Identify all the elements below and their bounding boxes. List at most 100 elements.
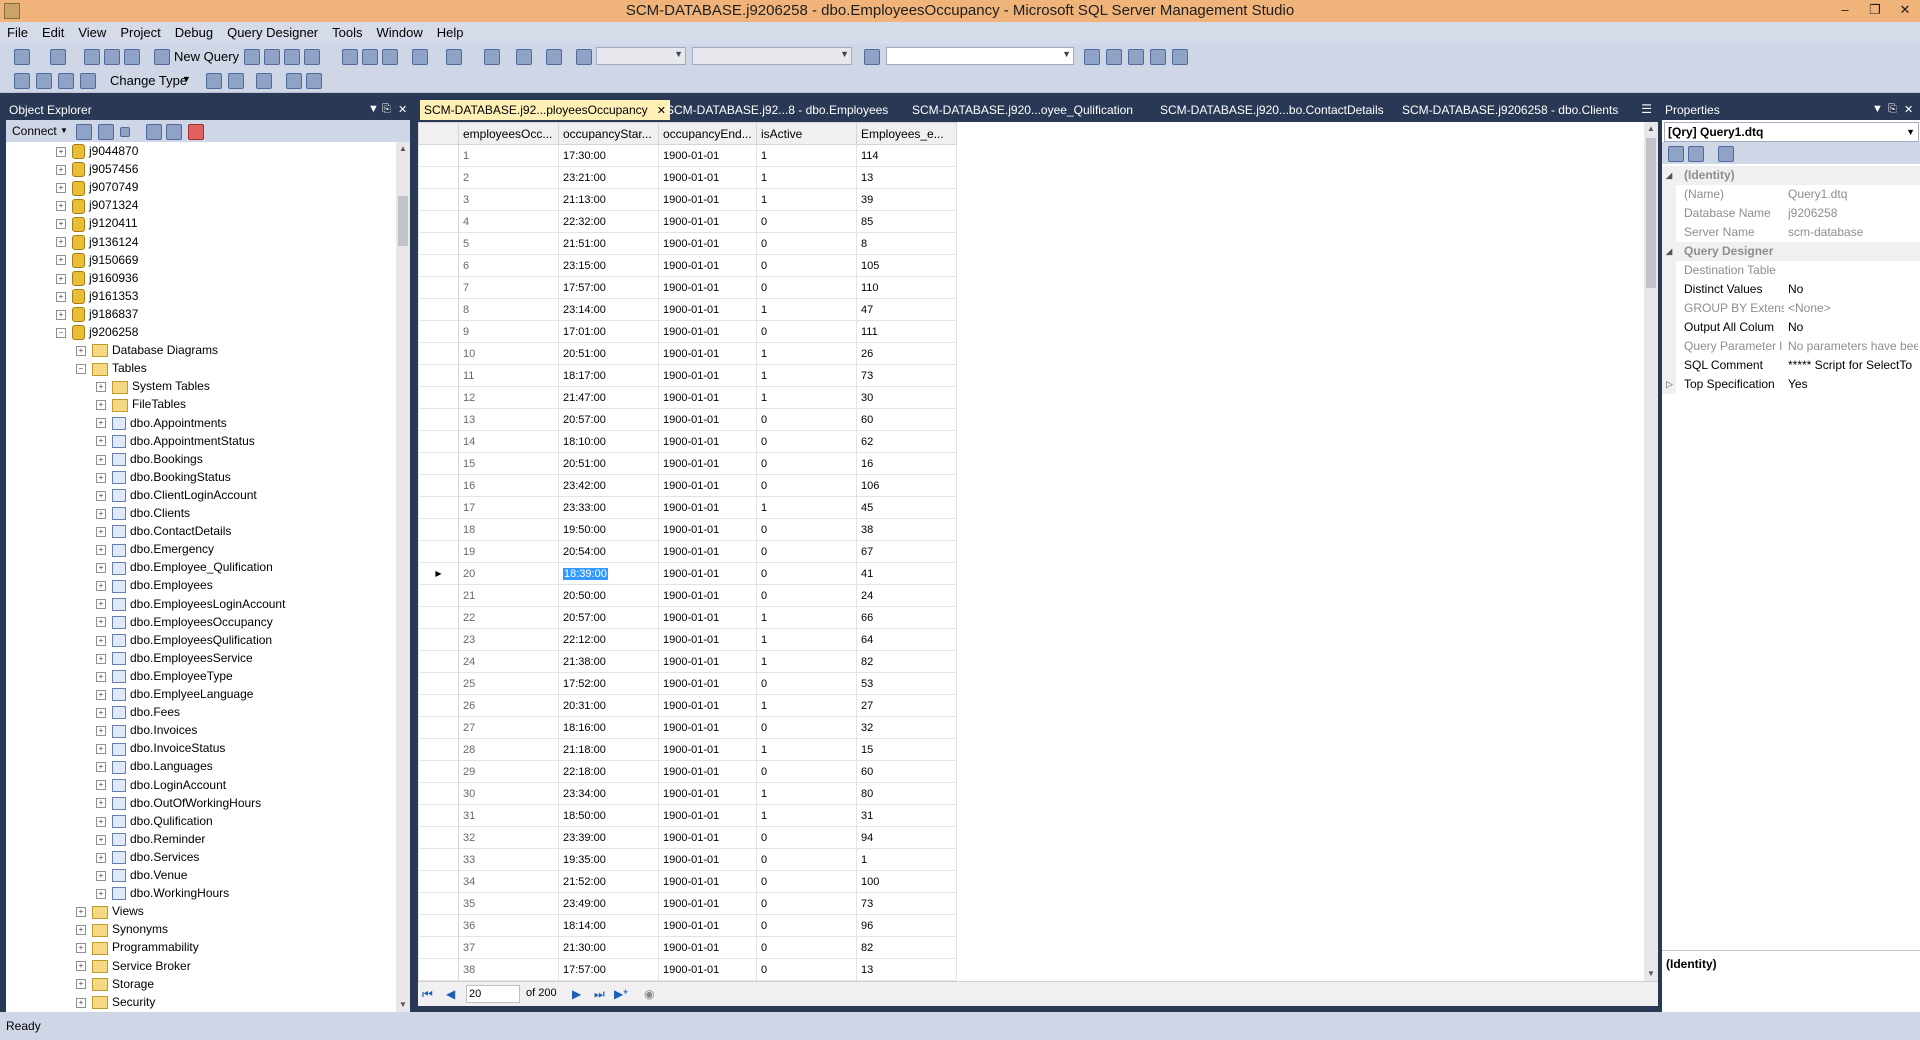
grid-cell[interactable]: 114 bbox=[856, 144, 957, 167]
grid-cell[interactable]: 0 bbox=[756, 672, 857, 695]
tree-node[interactable]: + dbo.EmplyeeLanguage bbox=[96, 685, 253, 703]
execute-sql-icon[interactable] bbox=[206, 73, 222, 89]
table-row[interactable]: ▶ 20 18:39:00 1900-01-01 0 41 bbox=[418, 562, 957, 585]
dropdown-icon[interactable]: ▼ bbox=[368, 103, 379, 115]
table-row[interactable]: 1 17:30:00 1900-01-01 1 114 bbox=[418, 144, 957, 167]
grid-cell[interactable]: 1900-01-01 bbox=[658, 694, 757, 717]
disconnect-icon[interactable] bbox=[98, 124, 114, 140]
property-row[interactable]: Database Name j9206258 bbox=[1662, 204, 1920, 223]
row-header[interactable] bbox=[418, 320, 459, 343]
row-header[interactable] bbox=[418, 166, 459, 189]
grid-cell[interactable]: 24 bbox=[458, 650, 559, 673]
expand-icon[interactable]: + bbox=[96, 852, 106, 863]
object-explorer-scrollbar[interactable]: ▲ ▼ bbox=[396, 142, 410, 1012]
grid-cell[interactable]: 1900-01-01 bbox=[658, 254, 757, 277]
grid-cell[interactable]: 22 bbox=[458, 606, 559, 629]
grid-cell[interactable]: 0 bbox=[756, 232, 857, 255]
row-header[interactable] bbox=[418, 650, 459, 673]
grid-cell[interactable]: 0 bbox=[756, 936, 857, 959]
connect-button[interactable]: Connect bbox=[12, 124, 57, 138]
column-header[interactable]: occupancyEnd... bbox=[658, 122, 757, 145]
table-row[interactable]: 8 23:14:00 1900-01-01 1 47 bbox=[418, 298, 957, 321]
analysis-query-icon[interactable] bbox=[264, 49, 280, 65]
grid-cell[interactable]: 110 bbox=[856, 276, 957, 299]
row-header[interactable] bbox=[418, 430, 459, 453]
row-header[interactable] bbox=[418, 936, 459, 959]
expand-icon[interactable]: + bbox=[96, 671, 106, 682]
grid-cell[interactable]: 23:49:00 bbox=[558, 892, 659, 915]
grid-cell[interactable]: 18:39:00 bbox=[558, 562, 659, 585]
property-row[interactable]: Query Parameter l No parameters have been bbox=[1662, 337, 1920, 356]
expand-icon[interactable]: + bbox=[96, 870, 106, 881]
expand-icon[interactable]: + bbox=[56, 164, 66, 175]
grid-cell[interactable]: 1900-01-01 bbox=[658, 408, 757, 431]
property-pages-icon[interactable] bbox=[1718, 146, 1734, 162]
table-row[interactable]: 34 21:52:00 1900-01-01 0 100 bbox=[418, 870, 957, 893]
grid-cell[interactable]: 15 bbox=[458, 452, 559, 475]
grid-cell[interactable]: 73 bbox=[856, 892, 957, 915]
property-category[interactable]: ◢ Query Designer bbox=[1662, 242, 1920, 261]
row-header[interactable] bbox=[418, 870, 459, 893]
toolbox-icon[interactable] bbox=[1128, 49, 1144, 65]
expand-icon[interactable]: + bbox=[96, 454, 106, 465]
document-tab[interactable]: SCM-DATABASE.j920...bo.ContactDetails bbox=[1160, 100, 1384, 120]
grid-cell[interactable]: 94 bbox=[856, 826, 957, 849]
grid-cell[interactable]: 20 bbox=[458, 562, 559, 585]
navigate-back-icon[interactable] bbox=[484, 49, 500, 65]
tree-node[interactable]: + dbo.LoginAccount bbox=[96, 776, 226, 794]
grid-cell[interactable]: 21:47:00 bbox=[558, 386, 659, 409]
tree-node[interactable]: − Tables bbox=[76, 359, 147, 377]
grid-cell[interactable]: 18 bbox=[458, 518, 559, 541]
tree-node[interactable]: + dbo.Fees bbox=[96, 703, 180, 721]
grid-cell[interactable]: 1 bbox=[458, 144, 559, 167]
row-header[interactable] bbox=[418, 342, 459, 365]
new-project-icon[interactable] bbox=[14, 49, 30, 65]
grid-cell[interactable]: 1900-01-01 bbox=[658, 496, 757, 519]
scroll-thumb[interactable] bbox=[398, 196, 408, 246]
show-criteria-pane-icon[interactable] bbox=[36, 73, 52, 89]
grid-cell[interactable]: 19 bbox=[458, 540, 559, 563]
properties-icon[interactable] bbox=[1150, 49, 1166, 65]
table-row[interactable]: 11 18:17:00 1900-01-01 1 73 bbox=[418, 364, 957, 387]
grid-cell[interactable]: 31 bbox=[856, 804, 957, 827]
menu-file[interactable]: File bbox=[0, 22, 35, 40]
grid-cell[interactable]: 66 bbox=[856, 606, 957, 629]
grid-cell[interactable]: 23:21:00 bbox=[558, 166, 659, 189]
add-table-icon[interactable] bbox=[286, 73, 302, 89]
grid-cell[interactable]: 1900-01-01 bbox=[658, 672, 757, 695]
row-header[interactable] bbox=[418, 914, 459, 937]
grid-cell[interactable]: 18:16:00 bbox=[558, 716, 659, 739]
grid-cell[interactable]: 1 bbox=[756, 606, 857, 629]
grid-cell[interactable]: 45 bbox=[856, 496, 957, 519]
tree-node[interactable]: + j9161353 bbox=[56, 287, 138, 305]
refresh-icon[interactable] bbox=[166, 124, 182, 140]
grid-cell[interactable]: 1900-01-01 bbox=[658, 584, 757, 607]
tree-node[interactable]: + dbo.Reminder bbox=[96, 830, 205, 848]
save-icon[interactable] bbox=[104, 49, 120, 65]
grid-cell[interactable]: 0 bbox=[756, 760, 857, 783]
menu-window[interactable]: Window bbox=[370, 22, 430, 40]
tree-node[interactable]: + Programmability bbox=[76, 938, 199, 956]
expand-icon[interactable]: + bbox=[76, 925, 86, 936]
tree-node[interactable]: + dbo.Employees bbox=[96, 576, 213, 594]
expand-icon[interactable]: + bbox=[96, 472, 106, 483]
expand-icon[interactable]: + bbox=[76, 345, 86, 356]
row-header[interactable] bbox=[418, 276, 459, 299]
grid-cell[interactable]: 1900-01-01 bbox=[658, 716, 757, 739]
tree-node[interactable]: + Views bbox=[76, 902, 144, 920]
tree-node[interactable]: + j9150669 bbox=[56, 251, 138, 269]
column-header[interactable]: employeesOcc... bbox=[458, 122, 559, 145]
grid-cell[interactable]: 0 bbox=[756, 914, 857, 937]
grid-cell[interactable]: 1900-01-01 bbox=[658, 936, 757, 959]
table-row[interactable]: 31 18:50:00 1900-01-01 1 31 bbox=[418, 804, 957, 827]
expand-icon[interactable]: + bbox=[96, 689, 106, 700]
tree-node[interactable]: + dbo.ContactDetails bbox=[96, 522, 231, 540]
grid-cell[interactable]: 1900-01-01 bbox=[658, 276, 757, 299]
grid-cell[interactable]: 1900-01-01 bbox=[658, 760, 757, 783]
tree-node[interactable]: − j9206258 bbox=[56, 323, 138, 341]
grid-cell[interactable]: 1 bbox=[756, 188, 857, 211]
grid-scroll-thumb[interactable] bbox=[1646, 138, 1656, 288]
grid-cell[interactable]: 21:38:00 bbox=[558, 650, 659, 673]
expand-icon[interactable]: + bbox=[76, 997, 86, 1008]
grid-cell[interactable]: 1900-01-01 bbox=[658, 892, 757, 915]
